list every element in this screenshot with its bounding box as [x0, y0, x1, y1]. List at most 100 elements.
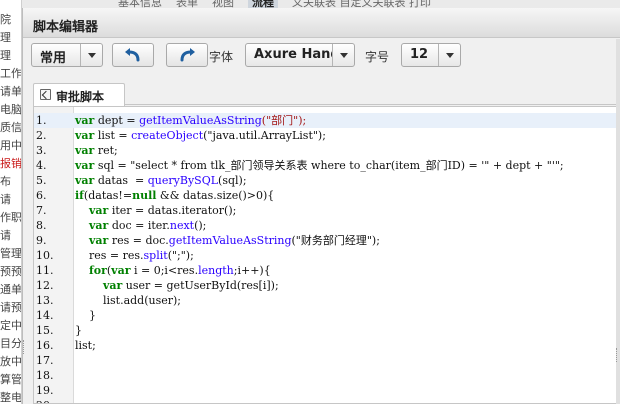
background-menu-item[interactable]: 预预 — [0, 264, 21, 279]
code-text: var user = getUserById(res[i]); — [75, 278, 279, 293]
background-menu-item[interactable]: 布 — [0, 174, 21, 189]
code-editor[interactable]: 1. var dept = getItemValueAsString("部门");… — [33, 106, 620, 404]
resize-grip[interactable] — [616, 348, 619, 362]
code-text: var list = createObject("java.util.Array… — [75, 128, 326, 143]
code-token: ("部门"); — [261, 114, 307, 127]
line-number: 6. — [36, 189, 47, 202]
code-token: var — [89, 219, 109, 232]
undo-button[interactable] — [112, 43, 154, 67]
line-number: 11. — [36, 264, 54, 277]
background-menu-item[interactable]: 质信 — [0, 120, 21, 135]
chevron-down-icon[interactable] — [438, 44, 460, 66]
code-token: var — [75, 144, 95, 157]
code-token: var — [102, 279, 123, 292]
background-menu-item[interactable]: 作职 — [0, 210, 21, 225]
dialog-titlebar[interactable]: 脚本编辑器 — [23, 8, 620, 38]
background-tab[interactable]: 基本信息 — [118, 0, 162, 8]
tab-approval-script[interactable]: 审批脚本 — [33, 83, 125, 106]
code-text: for(var i = 0;i<res.length;i++){ — [75, 263, 271, 278]
background-menu-item[interactable]: 报销 — [0, 156, 21, 171]
background-menu-item[interactable]: 放中 — [0, 354, 21, 369]
background-tab-bar: 基本信息 表单 视图 流程 义关联表 自定义关联表 打印 — [22, 0, 620, 8]
category-select[interactable]: 常用 — [31, 43, 103, 67]
category-select-value: 常用 — [40, 51, 67, 66]
background-menu-item[interactable]: 整电 — [0, 390, 21, 404]
code-line[interactable]: 3. var ret; — [34, 143, 620, 158]
code-token: var — [75, 114, 95, 127]
code-line[interactable]: 11. for(var i = 0;i<res.length;i++){ — [34, 263, 620, 278]
code-text: var dept = getItemValueAsString("部门"); — [75, 113, 306, 128]
background-menu-item[interactable]: 请预 — [0, 300, 21, 315]
line-number: 9. — [36, 234, 47, 247]
code-token: createObject — [131, 129, 204, 142]
code-line[interactable]: 18. — [34, 368, 620, 383]
code-line[interactable]: 16. list; — [34, 338, 620, 353]
code-text: var doc = iter.next(); — [75, 218, 206, 233]
line-number: 13. — [36, 294, 54, 307]
code-token: getItemValueAsString — [168, 234, 292, 247]
code-token: for — [89, 264, 107, 277]
background-tab[interactable]: 表单 — [176, 0, 198, 8]
line-number: 4. — [36, 159, 47, 172]
code-line[interactable]: 17. — [34, 353, 620, 368]
line-number: 3. — [36, 144, 47, 157]
background-menu-item[interactable]: 理 — [0, 30, 21, 45]
code-token: list.add(user); — [75, 294, 181, 307]
undo-arrow-icon — [125, 48, 140, 62]
code-line[interactable]: 1. var dept = getItemValueAsString("部门"); — [34, 113, 620, 128]
redo-button[interactable] — [166, 43, 208, 67]
code-line[interactable]: 13. list.add(user); — [34, 293, 620, 308]
code-text: if(datas!=null && datas.size()>0){ — [75, 188, 274, 203]
code-line[interactable]: 9. var res = doc.getItemValueAsString("财… — [34, 233, 620, 248]
splitter-grip[interactable] — [23, 340, 26, 354]
code-token: list; — [75, 339, 96, 352]
code-line[interactable]: 6. if(datas!=null && datas.size()>0){ — [34, 188, 620, 203]
line-number: 1. — [36, 114, 47, 127]
background-menu-item[interactable]: 通单 — [0, 282, 21, 297]
background-menu-item[interactable]: 请 — [0, 192, 21, 207]
background-menu-item[interactable]: 工作 — [0, 66, 21, 81]
background-menu-item[interactable]: 算管 — [0, 372, 21, 387]
code-text: var iter = datas.iterator(); — [75, 203, 236, 218]
background-menu-item[interactable]: 管理 — [0, 246, 21, 261]
background-menu-item[interactable]: 院 — [0, 12, 21, 27]
code-line[interactable]: 8. var doc = iter.next(); — [34, 218, 620, 233]
line-number: 2. — [36, 129, 47, 142]
code-line[interactable]: 15.} — [34, 323, 620, 338]
background-menu-item[interactable]: 请 — [0, 228, 21, 243]
code-line[interactable]: 7. var iter = datas.iterator(); — [34, 203, 620, 218]
background-menu-item[interactable]: 目分 — [0, 336, 21, 351]
code-line[interactable]: 10. res = res.split(";"); — [34, 248, 620, 263]
code-line[interactable]: 2. var list = createObject("java.util.Arr… — [34, 128, 620, 143]
background-tab-active[interactable]: 流程 — [248, 0, 278, 8]
code-line[interactable]: 12. var user = getUserById(res[i]); — [34, 278, 620, 293]
background-menu-item[interactable]: 电脑 — [0, 102, 21, 117]
line-number: 5. — [36, 174, 47, 187]
code-token: length — [198, 264, 234, 277]
code-token: queryBySQL — [147, 174, 219, 187]
font-label: 字体 — [209, 50, 234, 64]
background-tab-more: 义关联表 自定义关联表 打印 — [292, 0, 431, 8]
code-line[interactable]: 14. } — [34, 308, 620, 323]
code-token: res = res. — [75, 249, 144, 262]
background-menu-item[interactable]: 定中 — [0, 318, 21, 333]
redo-arrow-icon — [180, 48, 195, 62]
code-line[interactable]: 19. — [34, 383, 620, 398]
code-token: i = 0;i<res. — [130, 264, 199, 277]
chevron-down-icon[interactable] — [332, 44, 354, 66]
background-menu-item[interactable]: 请单 — [0, 84, 21, 99]
code-line[interactable]: 20. — [34, 398, 620, 403]
background-tab[interactable]: 视图 — [212, 0, 234, 8]
font-size-select[interactable]: 12 — [401, 43, 461, 67]
font-family-select[interactable]: Axure Handwriting — [245, 43, 355, 67]
code-line[interactable]: 5. var datas = queryBySQL(sql); — [34, 173, 620, 188]
line-number: 18. — [36, 369, 54, 382]
background-menu-item[interactable]: 理 — [0, 48, 21, 63]
chevron-down-icon[interactable] — [80, 44, 102, 66]
code-token: (datas!= — [83, 189, 133, 202]
code-line[interactable]: 4. var sql = "select * from tlk_部门领导关系表 w… — [34, 158, 620, 173]
code-text: var sql = "select * from tlk_部门领导关系表 whe… — [75, 158, 564, 173]
background-menu-item[interactable]: 用中 — [0, 138, 21, 153]
